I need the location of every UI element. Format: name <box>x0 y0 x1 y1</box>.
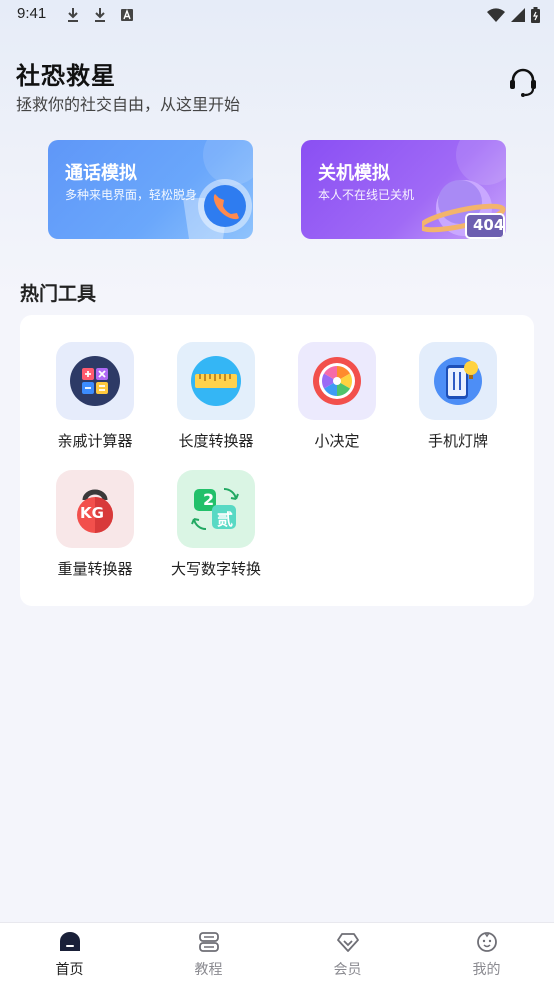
tool-label: 长度转换器 <box>178 432 254 450</box>
nav-vip[interactable]: 会员 <box>278 923 417 984</box>
bottom-nav: 首页 教程 会员 我的 <box>0 922 554 984</box>
battery-icon <box>531 7 540 23</box>
number-big: 贰 <box>217 510 234 529</box>
tool-label: 小决定 <box>314 432 360 450</box>
badge-404: 404 <box>473 216 505 234</box>
app-screen: 9:41 社恐救星 拯救你的社交自由，从这里开始 通话模拟 多种来电界面，轻松脱… <box>0 0 554 984</box>
tools-card: 亲戚计算器 长度转换器 小决定 手机灯牌 KG 重量转换器 2 贰 大写数字转换 <box>20 315 534 606</box>
download-icon <box>95 8 105 22</box>
ruler-icon <box>177 342 255 420</box>
nav-label: 我的 <box>472 962 501 978</box>
customer-service-icon[interactable] <box>508 66 538 98</box>
nav-home[interactable]: 首页 <box>0 923 139 984</box>
phone-icon <box>183 179 252 239</box>
tool-uppercase-number[interactable]: 2 贰 大写数字转换 <box>161 470 271 590</box>
tutorial-icon <box>199 932 219 952</box>
tool-label: 手机灯牌 <box>427 432 488 450</box>
status-bar: 9:41 <box>0 0 554 30</box>
number-small: 2 <box>203 490 215 509</box>
spinner-wheel-icon <box>298 342 376 420</box>
banner-title: 通话模拟 <box>65 163 137 184</box>
call-simulation-banner[interactable]: 通话模拟 多种来电界面，轻松脱身 <box>48 140 253 239</box>
tool-label: 重量转换器 <box>57 560 133 578</box>
banner-title: 关机模拟 <box>318 163 390 184</box>
tool-small-decision[interactable]: 小决定 <box>282 342 392 462</box>
calculator-icon <box>56 342 134 420</box>
nav-profile[interactable]: 我的 <box>417 923 554 984</box>
home-icon <box>60 932 80 951</box>
download-icon <box>68 8 78 22</box>
tool-label: 亲戚计算器 <box>57 432 133 450</box>
tool-phone-lightbox[interactable]: 手机灯牌 <box>403 342 513 462</box>
tool-length-converter[interactable]: 长度转换器 <box>161 342 271 462</box>
status-time: 9:41 <box>17 5 47 22</box>
status-right <box>487 6 540 24</box>
nav-label: 教程 <box>194 962 223 978</box>
shutdown-simulation-banner[interactable]: 关机模拟 本人不在线已关机 404 <box>301 140 506 239</box>
kettlebell-icon: KG <box>56 470 134 548</box>
section-title: 热门工具 <box>20 283 97 305</box>
a-notification-icon <box>121 9 133 21</box>
phone-lightbox-icon <box>419 342 497 420</box>
tool-relative-calculator[interactable]: 亲戚计算器 <box>40 342 150 462</box>
tool-weight-converter[interactable]: KG 重量转换器 <box>40 470 150 590</box>
signal-icon <box>511 8 525 22</box>
vip-icon <box>337 933 359 952</box>
nav-tutorial[interactable]: 教程 <box>139 923 278 984</box>
page-subtitle: 拯救你的社交自由，从这里开始 <box>16 95 241 114</box>
nav-label: 首页 <box>55 962 84 978</box>
number-convert-icon: 2 贰 <box>177 470 255 548</box>
kg-badge: KG <box>80 504 104 522</box>
banner-desc: 本人不在线已关机 <box>318 188 415 202</box>
wifi-icon <box>487 8 505 22</box>
tool-label: 大写数字转换 <box>170 560 261 578</box>
page-title: 社恐救星 <box>16 62 116 90</box>
nav-label: 会员 <box>333 962 362 978</box>
profile-icon <box>477 932 497 952</box>
